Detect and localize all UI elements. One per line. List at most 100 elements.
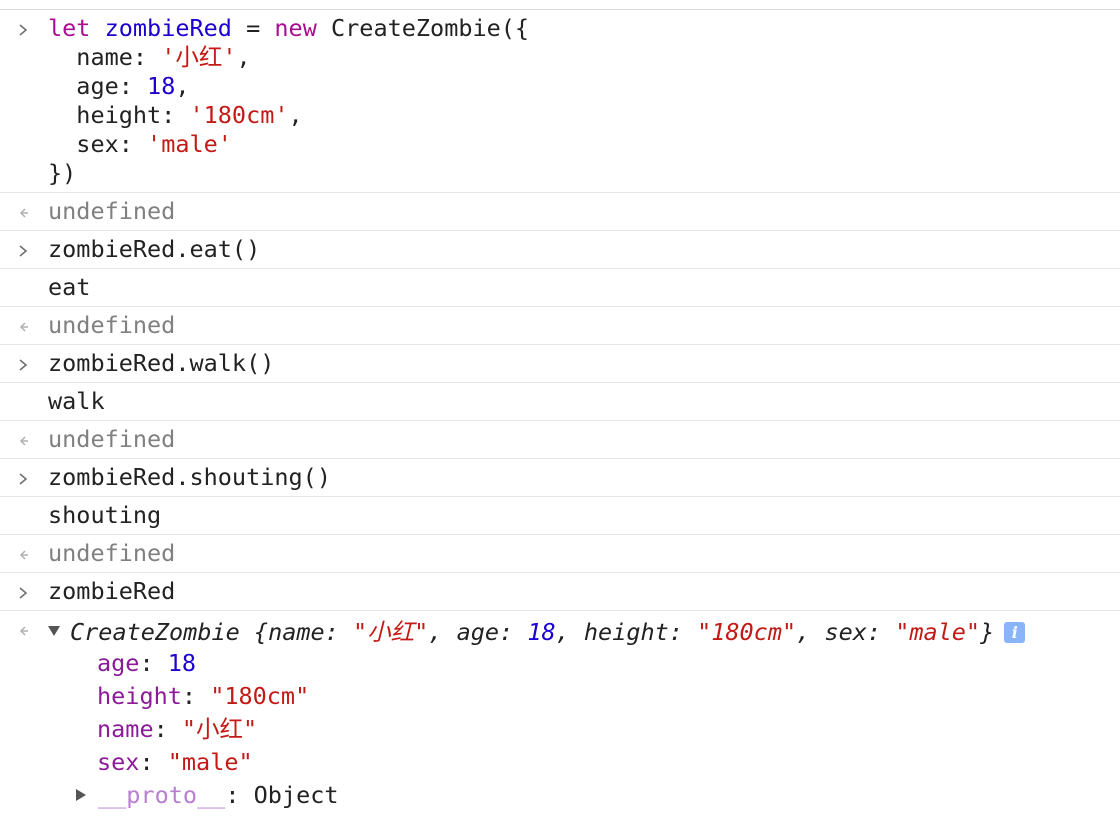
console-input-text: zombieRed — [48, 577, 176, 605]
preview-token: } — [980, 618, 995, 646]
console-input-text: zombieRed.shouting() — [48, 463, 331, 491]
result-arrow-icon — [19, 550, 28, 560]
prompt-chevron-icon — [19, 245, 28, 257]
code-line: name: '小红', — [48, 43, 1120, 72]
property-separator: : — [139, 748, 168, 776]
console-input-row[interactable]: zombieRed.shouting() — [0, 459, 1120, 497]
console-input-row[interactable]: zombieRed.eat() — [0, 231, 1120, 269]
input-gutter — [0, 573, 44, 611]
console-log-text: shouting — [48, 501, 162, 529]
property-separator: : — [153, 715, 182, 743]
log-gutter — [0, 383, 44, 421]
console-result-text: undefined — [48, 311, 176, 339]
console-input-row[interactable]: let zombieRed = new CreateZombie({ name:… — [0, 10, 1120, 193]
preview-token: "180cm" — [697, 618, 797, 646]
result-arrow-icon — [19, 626, 28, 636]
preview-token: : — [668, 618, 698, 646]
preview-token: : — [324, 618, 353, 646]
result-arrow-icon — [19, 322, 28, 332]
object-preview[interactable]: CreateZombie {name: "小红", age: 18, heigh… — [48, 611, 1120, 647]
property-value: "male" — [167, 748, 253, 776]
property-row[interactable]: height: "180cm" — [97, 680, 1120, 713]
property-key: age — [97, 649, 140, 677]
code-token: , — [288, 101, 303, 129]
preview-token: "male" — [895, 618, 981, 646]
top-divider — [0, 0, 1120, 10]
console-log-text: eat — [48, 273, 91, 301]
console-panel: let zombieRed = new CreateZombie({ name:… — [0, 0, 1120, 813]
console-input-text: let zombieRed = new CreateZombie({ name:… — [48, 10, 1120, 192]
result-arrow-icon — [19, 208, 28, 218]
code-token: new — [274, 14, 317, 42]
code-token: name: — [48, 43, 162, 71]
console-entries: let zombieRed = new CreateZombie({ name:… — [0, 10, 1120, 611]
prompt-chevron-icon — [19, 473, 28, 485]
result-gutter — [0, 611, 44, 649]
code-line: height: '180cm', — [48, 101, 1120, 130]
preview-token: CreateZombie { — [70, 618, 269, 646]
console-result-row: undefined — [0, 193, 1120, 231]
log-gutter — [0, 269, 44, 307]
console-result-row: undefined — [0, 535, 1120, 573]
code-line: let zombieRed = new CreateZombie({ — [48, 14, 1120, 43]
property-key: name — [97, 715, 154, 743]
input-gutter — [0, 10, 44, 48]
console-log-row: shouting — [0, 497, 1120, 535]
result-arrow-icon — [19, 436, 28, 446]
console-input-text: zombieRed.eat() — [48, 235, 261, 263]
console-object-result: CreateZombie {name: "小红", age: 18, heigh… — [0, 611, 1120, 813]
input-gutter — [0, 345, 44, 383]
code-token: , — [236, 43, 251, 71]
code-token: , — [175, 72, 190, 100]
prompt-chevron-icon — [19, 587, 28, 599]
code-line: }) — [48, 159, 1120, 188]
property-row[interactable]: age: 18 — [97, 647, 1120, 680]
preview-token: age — [456, 618, 500, 646]
console-input-row[interactable]: zombieRed.walk() — [0, 345, 1120, 383]
console-log-text: walk — [48, 387, 105, 415]
expand-triangle-icon[interactable] — [48, 626, 60, 636]
code-token: zombieRed — [104, 14, 232, 42]
preview-token: : — [499, 618, 528, 646]
code-token: age: — [48, 72, 148, 100]
log-gutter — [0, 497, 44, 535]
console-result-row: undefined — [0, 421, 1120, 459]
console-log-row: walk — [0, 383, 1120, 421]
prompt-chevron-icon — [19, 359, 28, 371]
preview-token: "小红" — [352, 618, 429, 646]
proto-row[interactable]: __proto__: Object — [76, 779, 1120, 812]
preview-token: name — [268, 618, 325, 646]
collapse-triangle-icon[interactable] — [76, 789, 86, 801]
object-preview-text: CreateZombie {name: "小红", age: 18, heigh… — [70, 618, 994, 646]
info-icon[interactable]: i — [1004, 622, 1026, 643]
console-result-row: undefined — [0, 307, 1120, 345]
property-row[interactable]: name: "小红" — [97, 713, 1120, 746]
code-token: sex: — [48, 130, 148, 158]
preview-token: : — [866, 618, 896, 646]
preview-token: sex — [824, 618, 867, 646]
object-properties: age: 18 height: "180cm" name: "小红" sex: "ma… — [97, 647, 1120, 779]
property-separator: : — [139, 649, 168, 677]
console-result-text: undefined — [48, 425, 176, 453]
code-token: '小红' — [161, 43, 237, 71]
code-line: sex: 'male' — [48, 130, 1120, 159]
property-value: "小红" — [181, 715, 258, 743]
code-line: age: 18, — [48, 72, 1120, 101]
code-token: '180cm' — [189, 101, 289, 129]
console-input-text: zombieRed.walk() — [48, 349, 275, 377]
console-result-text: undefined — [48, 197, 176, 225]
code-token: 'male' — [147, 130, 232, 158]
code-token: = — [231, 14, 275, 42]
proto-key: __proto__ — [98, 781, 226, 809]
property-value: 18 — [167, 649, 197, 677]
result-gutter — [0, 193, 44, 231]
result-gutter — [0, 421, 44, 459]
input-gutter — [0, 231, 44, 269]
property-key: height — [97, 682, 182, 710]
console-input-row[interactable]: zombieRed — [0, 573, 1120, 611]
property-row[interactable]: sex: "male" — [97, 746, 1120, 779]
result-gutter — [0, 307, 44, 345]
property-key: sex — [97, 748, 140, 776]
preview-token: , — [428, 618, 457, 646]
property-separator: : — [181, 682, 211, 710]
